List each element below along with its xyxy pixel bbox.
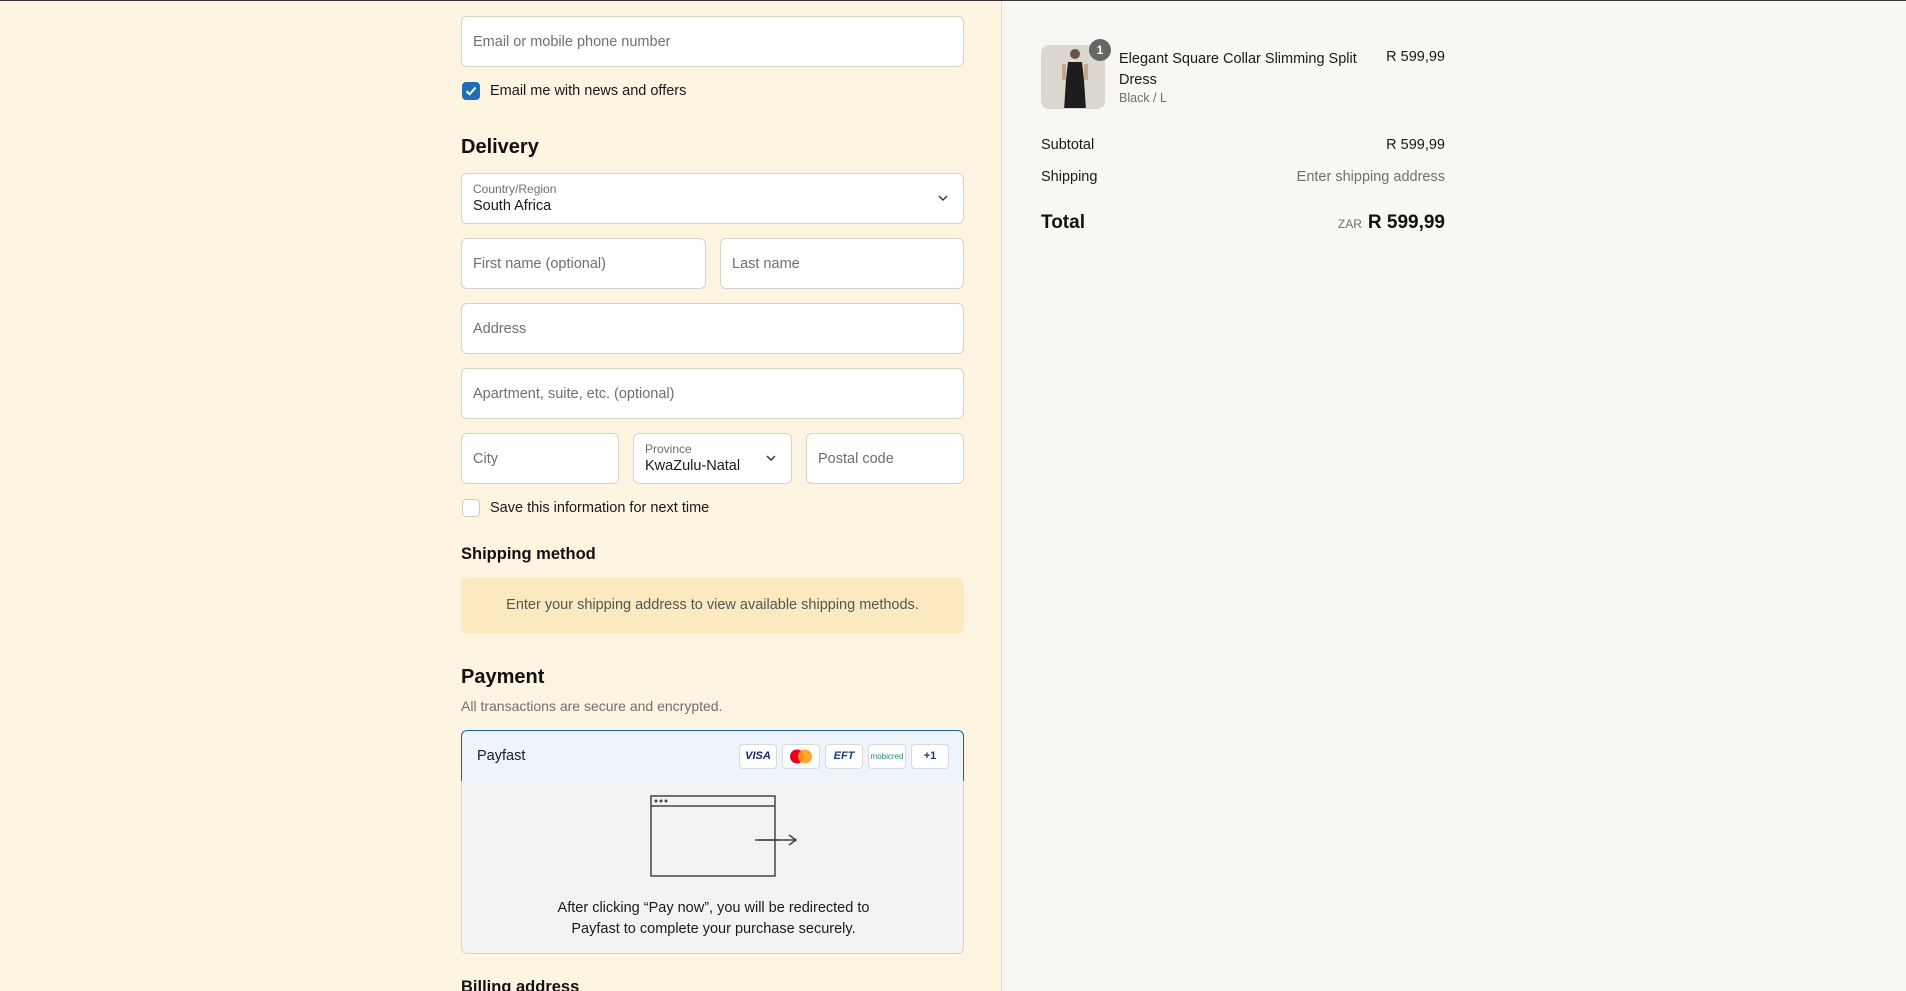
news-checkbox[interactable] [462,82,480,100]
payfast-details: After clicking “Pay now”, you will be re… [461,781,964,954]
chevron-down-icon [938,195,948,201]
visa-text: VISA [745,750,771,762]
payfast-option[interactable]: Payfast VISA EFT mobicred +1 [461,730,964,782]
city-field[interactable]: City [461,433,619,484]
arrow-right-icon [759,834,798,846]
save-info-checkbox[interactable] [462,499,480,517]
country-select[interactable]: Country/Region South Africa [461,173,964,224]
shipping-label: Shipping [1041,169,1098,185]
chevron-down-icon [766,455,776,461]
apartment-placeholder: Apartment, suite, etc. (optional) [473,385,675,402]
product-variant: Black / L [1119,91,1167,105]
postal-code-field[interactable]: Postal code [806,433,964,484]
news-label: Email me with news and offers [490,83,687,99]
province-value: KwaZulu-Natal [645,458,741,474]
total-label: Total [1041,212,1085,233]
total-value: R 599,99 [1367,212,1445,233]
subtotal-label: Subtotal [1041,137,1095,153]
delivery-heading: Delivery [461,136,539,158]
last-name-placeholder: Last name [732,255,800,272]
redirect-line-1: After clicking “Pay now”, you will be re… [557,900,870,916]
mobicred-text: mobicred [870,752,904,761]
payment-heading: Payment [461,666,545,688]
quantity-badge: 1 [1089,39,1111,61]
mastercard-icon [782,744,820,769]
payfast-label: Payfast [477,748,526,764]
subtotal-value: R 599,99 [1386,137,1445,153]
order-summary-panel [1002,0,1906,991]
country-label: Country/Region [473,182,557,196]
save-info-label: Save this information for next time [490,500,710,516]
shipping-value: Enter shipping address [1296,169,1445,185]
postal-code-placeholder: Postal code [818,450,894,467]
eft-icon: EFT [825,744,863,769]
mobicred-icon: mobicred [868,744,906,769]
more-methods-text: +1 [923,750,937,762]
total-amount: ZAR R 599,99 [1338,212,1445,234]
payment-subtitle: All transactions are secure and encrypte… [461,698,723,714]
billing-address-heading: Billing address [461,978,580,991]
more-methods-badge: +1 [911,744,949,769]
shipping-method-notice: Enter your shipping address to view avai… [461,578,964,633]
city-placeholder: City [473,450,498,467]
last-name-field[interactable]: Last name [720,238,964,289]
currency-code: ZAR [1337,217,1362,231]
check-icon [465,86,477,96]
first-name-field[interactable]: First name (optional) [461,238,706,289]
email-field[interactable]: Email or mobile phone number [461,16,964,67]
visa-icon: VISA [739,744,777,769]
country-value: South Africa [473,198,552,214]
province-label: Province [645,442,692,456]
product-price: R 599,99 [1386,49,1445,65]
province-select[interactable]: Province KwaZulu-Natal [633,433,792,484]
apartment-field[interactable]: Apartment, suite, etc. (optional) [461,368,964,419]
top-border [0,0,1906,1]
redirect-line-2: Payfast to complete your purchase secure… [571,921,856,937]
shipping-method-heading: Shipping method [461,545,596,563]
eft-text: EFT [833,750,855,762]
email-placeholder: Email or mobile phone number [473,33,671,50]
first-name-placeholder: First name (optional) [473,255,606,272]
address-placeholder: Address [473,320,527,337]
product-name: Elegant Square Collar Slimming Split Dre… [1119,51,1357,88]
address-field[interactable]: Address [461,303,964,354]
